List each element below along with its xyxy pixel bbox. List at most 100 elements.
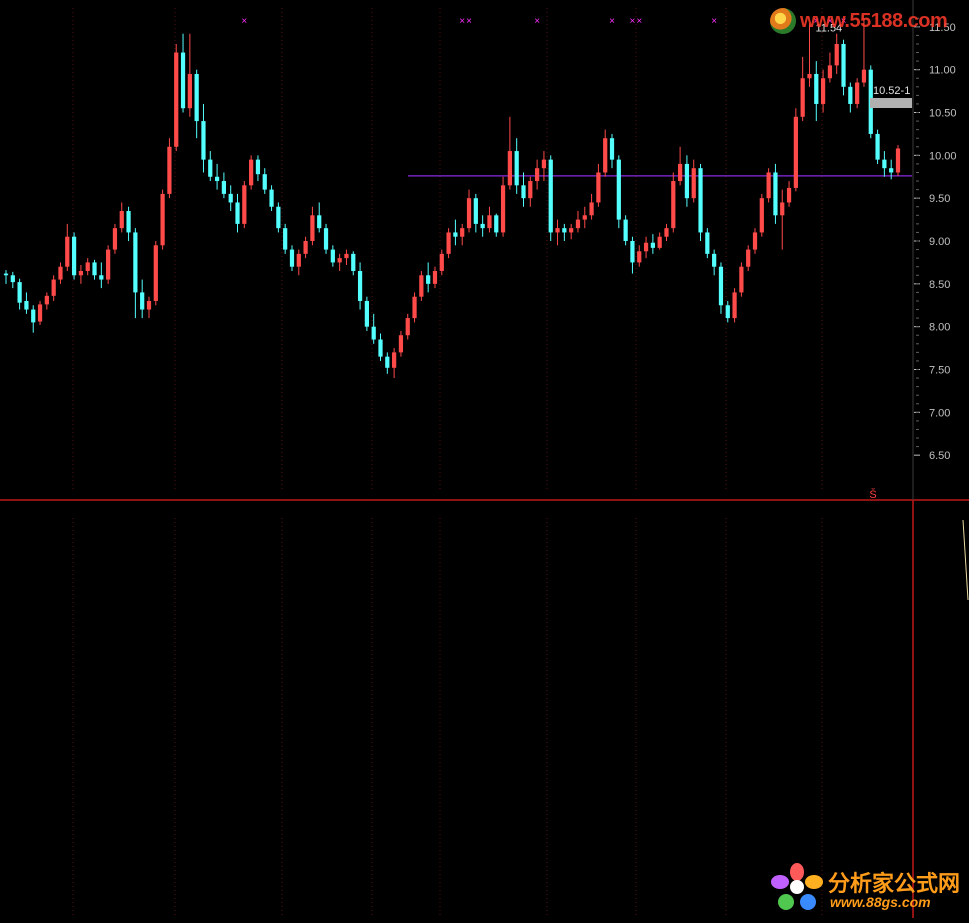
candle-body [780,202,785,216]
candle-body [208,159,213,177]
candle-body [848,86,853,104]
candle-body [153,245,158,301]
candle-body [535,168,540,182]
watermark-bottom-url: www.88gs.com [830,894,931,910]
axis-label: 9.50 [929,193,950,205]
candle-body [507,151,512,186]
candle-body [569,228,574,233]
candle-body [875,133,880,160]
candle-body [37,304,43,322]
candle-body [276,206,281,229]
candle-body [187,73,192,109]
candle-body [78,270,84,276]
candle-body [698,168,703,233]
candle-body [262,174,267,190]
axis-label: 7.50 [929,365,950,377]
candle-body [541,159,547,169]
candle-body [201,121,206,160]
candle-body [71,236,77,276]
candle-body [351,253,356,271]
candle-body [820,78,826,104]
candle-body [882,159,887,169]
candle-body [677,163,683,182]
candlestick-chart: 11.5011.0010.5010.009.509.008.508.007.50… [0,0,969,918]
signal-marker: × [609,16,615,27]
candle-body [330,249,335,263]
axis-label: 10.50 [929,108,957,120]
candle-body [99,275,104,280]
signal-marker: × [241,16,247,27]
candle-body [24,300,29,310]
sub-indicator-line [962,519,969,601]
panel-frames [0,0,969,918]
candle-body [712,253,717,267]
candle-body [31,309,36,323]
watermark-bottom: 分析家公式网 www.88gs.com [768,858,968,916]
flower-logo-icon [771,863,823,910]
candle-body [242,185,247,224]
axis-label: 8.00 [929,322,950,334]
candle-body [575,219,581,229]
candle-body [473,198,478,224]
candle-body [65,236,70,267]
signal-markers: ××××××××××××× [241,16,846,27]
axis-label: 9.00 [929,236,950,248]
candle-body [228,193,233,203]
candle-body [235,202,240,224]
candle-body [58,266,63,280]
candle-body [582,215,587,220]
candle-body [194,73,199,122]
candle-body [85,262,90,271]
candle-body [385,356,390,368]
candle-body [126,211,131,233]
candle-body [337,258,342,263]
candle-body [92,262,97,276]
candle-body [671,181,676,229]
candle-body [664,228,669,237]
candle-body [562,228,567,233]
candle-body [466,198,472,229]
candle-body [249,159,254,186]
candle-body [432,270,438,284]
axis-label: 6.50 [929,450,950,462]
candle-body [786,187,792,203]
candle-body [106,249,111,280]
candle-body [357,270,363,301]
candle-body [623,219,628,242]
watermark-top-text: www.55188.com [800,10,948,32]
candle-body [732,292,737,319]
sub-panel-marker: Š [869,488,876,501]
candle-body [378,339,383,357]
candle-body [269,189,274,207]
price-annotations: 11.5410.52-1Š [815,22,912,501]
candle-body [283,228,288,250]
candle-body [861,69,867,83]
candle-body [289,249,295,267]
candle-body [691,168,696,199]
candle-body [548,159,553,233]
candle-body [841,43,846,87]
candle-body [296,253,301,267]
candle-body [596,172,601,203]
candle-body [10,275,15,283]
candle-body [446,232,451,254]
candle-body [412,296,417,319]
candle-body [657,236,662,248]
candle-body [44,295,49,305]
candle-body [739,266,744,293]
candle-body [725,305,730,319]
signal-marker: × [630,16,636,27]
candle-body [793,116,798,188]
candle-body [112,228,118,250]
candle-body [323,228,329,250]
candle-body [426,275,431,284]
axis-label: 8.50 [929,279,950,291]
vertical-grid-lines [72,8,823,915]
candle-body [133,232,138,293]
site-logo-icon [770,8,796,34]
candle-body [180,52,186,109]
candle-body [439,253,444,271]
candle-body [889,168,894,173]
candle-body [51,279,56,296]
candle-body [255,159,261,175]
